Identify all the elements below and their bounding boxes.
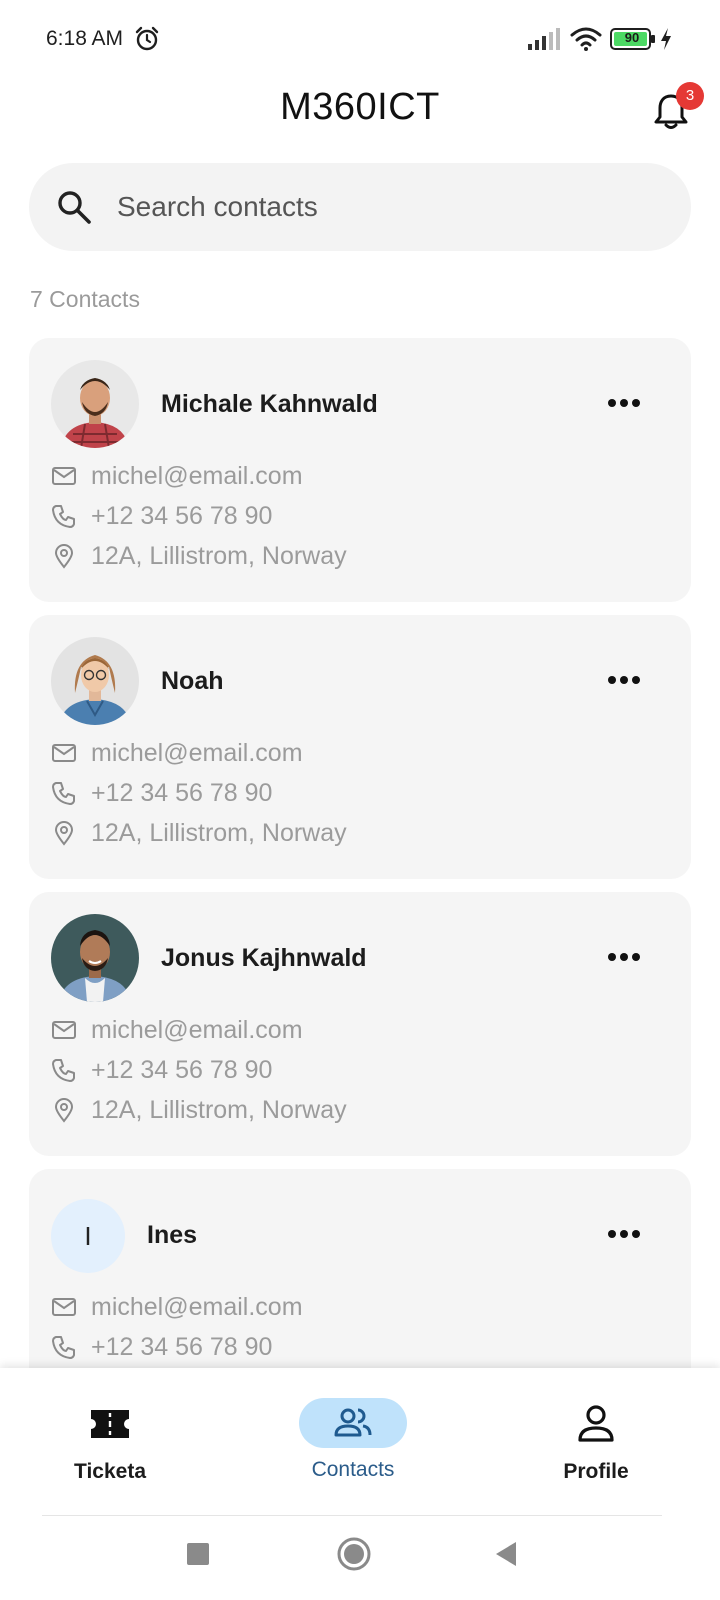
- app-title: M360ICT: [280, 86, 440, 128]
- back-triangle-icon[interactable]: [494, 1540, 518, 1568]
- email-row: michel@email.com: [51, 737, 651, 769]
- avatar-initial: I: [51, 1199, 125, 1273]
- location-pin-icon: [54, 1098, 74, 1123]
- system-navigation-bar: [0, 1516, 720, 1600]
- nav-label: Contacts: [311, 1458, 395, 1481]
- more-horizontal-icon: [608, 399, 640, 407]
- contact-list[interactable]: Michale Kahnwald michel@email.com +12 34…: [0, 338, 720, 1368]
- ticket-icon: [91, 1410, 129, 1438]
- alarm-icon: [135, 26, 159, 51]
- phone-icon: [52, 782, 75, 805]
- email-row: michel@email.com: [51, 1014, 651, 1046]
- phone-row: +12 34 56 78 90: [51, 1054, 651, 1086]
- notification-badge: 3: [676, 82, 704, 110]
- contact-address: 12A, Lillistrom, Norway: [91, 1096, 347, 1124]
- person-icon: [578, 1405, 614, 1442]
- recents-square-icon[interactable]: [186, 1542, 210, 1566]
- nav-item-contacts[interactable]: Contacts: [253, 1368, 453, 1498]
- search-bar[interactable]: [29, 163, 691, 251]
- contact-email: michel@email.com: [91, 462, 303, 490]
- more-horizontal-icon: [608, 676, 640, 684]
- contact-count: 7 Contacts: [30, 286, 140, 312]
- more-horizontal-icon: [608, 953, 640, 961]
- email-row: michel@email.com: [51, 1291, 651, 1323]
- mail-icon: [52, 467, 76, 485]
- more-options-button[interactable]: [603, 1219, 645, 1249]
- contact-address: 12A, Lillistrom, Norway: [91, 542, 347, 570]
- location-pin-icon: [54, 821, 74, 846]
- phone-row: +12 34 56 78 90: [51, 1331, 651, 1363]
- email-row: michel@email.com: [51, 460, 651, 492]
- address-row: 12A, Lillistrom, Norway: [51, 540, 651, 572]
- address-row: 12A, Lillistrom, Norway: [51, 1094, 651, 1126]
- contact-email: michel@email.com: [91, 1016, 303, 1044]
- phone-row: +12 34 56 78 90: [51, 777, 651, 809]
- phone-icon: [52, 505, 75, 528]
- contact-email: michel@email.com: [91, 1293, 303, 1321]
- avatar: [51, 637, 139, 725]
- contact-name: Ines: [147, 1221, 198, 1249]
- avatar: [51, 914, 139, 1002]
- phone-row: +12 34 56 78 90: [51, 500, 651, 532]
- contact-card[interactable]: Michale Kahnwald michel@email.com +12 34…: [29, 338, 691, 602]
- contact-phone: +12 34 56 78 90: [91, 1056, 273, 1084]
- people-icon: [334, 1408, 372, 1437]
- home-circle-icon[interactable]: [336, 1536, 372, 1572]
- contact-card[interactable]: I Ines michel@email.com +12 34 56 78 90: [29, 1169, 691, 1368]
- more-options-button[interactable]: [603, 942, 645, 972]
- more-horizontal-icon: [608, 1230, 640, 1238]
- mail-icon: [52, 1021, 76, 1039]
- phone-icon: [52, 1059, 75, 1082]
- nav-label: Ticketa: [74, 1460, 146, 1483]
- contact-phone: +12 34 56 78 90: [91, 502, 273, 530]
- address-row: 12A, Lillistrom, Norway: [51, 817, 651, 849]
- contact-email: michel@email.com: [91, 739, 303, 767]
- contact-name: Michale Kahnwald: [161, 390, 378, 418]
- wifi-icon: [570, 27, 602, 51]
- nav-item-ticketa[interactable]: Ticketa: [10, 1368, 210, 1498]
- contact-address: 12A, Lillistrom, Norway: [91, 819, 347, 847]
- contact-card[interactable]: Jonus Kajhnwald michel@email.com +12 34 …: [29, 892, 691, 1156]
- search-icon: [58, 191, 91, 224]
- battery-level: 90: [624, 30, 640, 45]
- more-options-button[interactable]: [603, 388, 645, 418]
- mail-icon: [52, 744, 76, 762]
- contact-name: Noah: [161, 667, 224, 695]
- active-indicator: [299, 1398, 407, 1448]
- location-pin-icon: [54, 544, 74, 569]
- nav-label: Profile: [563, 1460, 629, 1483]
- search-input[interactable]: [117, 183, 657, 231]
- contact-name: Jonus Kajhnwald: [161, 944, 367, 972]
- status-bar: 6:18 AM 90: [0, 0, 720, 78]
- phone-icon: [52, 1336, 75, 1359]
- contact-phone: +12 34 56 78 90: [91, 779, 273, 807]
- charging-icon: [661, 28, 671, 50]
- nav-item-profile[interactable]: Profile: [496, 1368, 696, 1498]
- status-time: 6:18 AM: [46, 27, 124, 50]
- contact-phone: +12 34 56 78 90: [91, 1333, 273, 1361]
- bottom-navigation: Ticketa Contacts Profile: [0, 1368, 720, 1518]
- contact-card[interactable]: Noah michel@email.com +12 34 56 78 90 12…: [29, 615, 691, 879]
- mail-icon: [52, 1298, 76, 1316]
- avatar: [51, 360, 139, 448]
- signal-icon: [528, 28, 560, 50]
- more-options-button[interactable]: [603, 665, 645, 695]
